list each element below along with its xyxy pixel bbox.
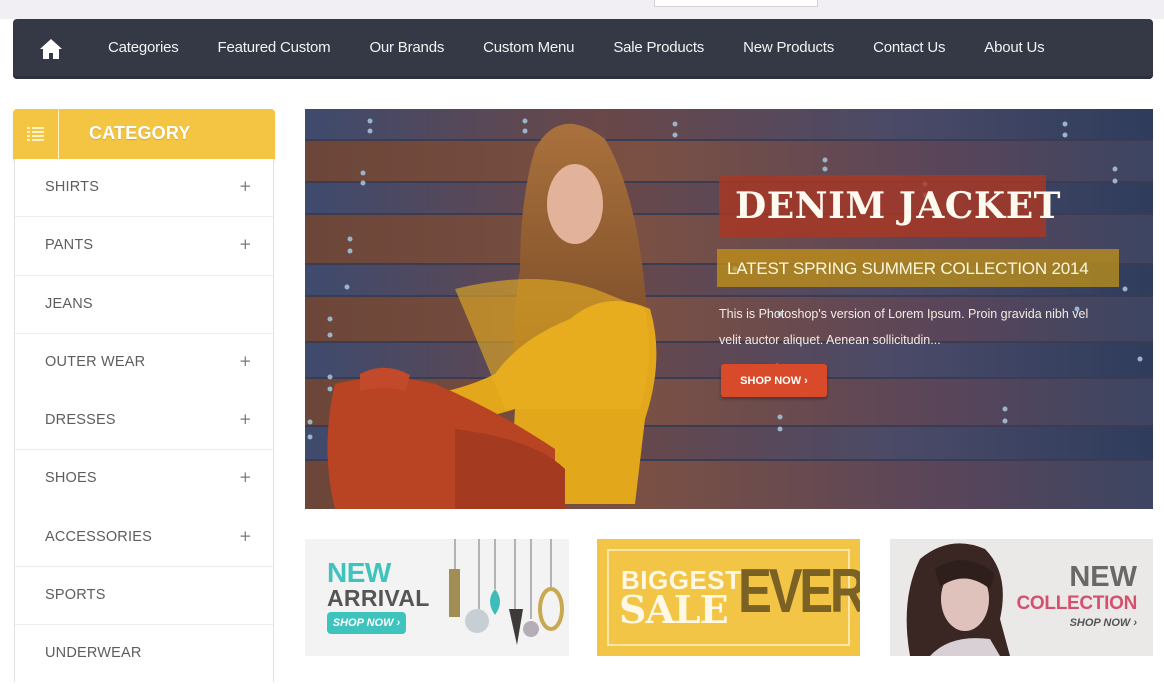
category-item-shoes[interactable]: SHOES +	[15, 450, 273, 508]
slide-subtitle: LATEST SPRING SUMMER COLLECTION 2014	[727, 259, 1089, 278]
nav-item-our-brands[interactable]: Our Brands	[369, 39, 444, 56]
category-item-dresses[interactable]: DRESSES +	[15, 392, 273, 451]
banner-shop-now-button[interactable]: SHOP NOW ›	[327, 612, 406, 634]
expand-plus-icon[interactable]: +	[239, 527, 252, 545]
nav-item-about-us[interactable]: About Us	[984, 39, 1044, 56]
main-navigation: Categories Featured Custom Our Brands Cu…	[13, 19, 1153, 79]
banner-shop-now-link[interactable]: SHOP NOW ›	[1070, 617, 1137, 629]
new-arrival-banner[interactable]: NEW ARRIVAL SHOP NOW ›	[305, 539, 569, 656]
category-item-underwear[interactable]: UNDERWEAR	[15, 625, 273, 683]
category-item-sports[interactable]: SPORTS	[15, 567, 273, 626]
expand-plus-icon[interactable]: +	[239, 177, 252, 195]
nav-item-categories[interactable]: Categories	[108, 39, 179, 56]
necklaces-image	[449, 539, 564, 645]
home-button[interactable]	[39, 37, 63, 61]
category-list: SHIRTS + PANTS + JEANS OUTER WEAR + DRES…	[14, 159, 274, 682]
shop-now-button[interactable]: SHOP NOW ›	[721, 364, 827, 397]
category-title: CATEGORY	[89, 123, 191, 143]
list-icon	[26, 127, 44, 141]
banner-sale-text: SALE	[619, 587, 729, 632]
category-label: SHOES	[45, 470, 97, 487]
new-collection-banner[interactable]: NEW COLLECTION SHOP NOW ›	[890, 539, 1153, 656]
category-label: DRESSES	[45, 412, 116, 429]
category-item-jeans[interactable]: JEANS	[15, 276, 273, 334]
category-label: OUTER WEAR	[45, 353, 146, 370]
search-box-edge[interactable]	[654, 0, 818, 7]
banner-arrival-text: ARRIVAL	[327, 585, 430, 611]
category-label: SPORTS	[45, 587, 106, 604]
category-item-accessories[interactable]: ACCESSORIES +	[15, 509, 273, 568]
banner-ever-text: EVER	[738, 557, 860, 626]
biggest-sale-banner[interactable]: BIGGEST SALE EVER	[597, 539, 860, 656]
model-portrait-image	[906, 543, 1010, 656]
nav-item-sale-products[interactable]: Sale Products	[613, 39, 704, 56]
banner-collection-text: COLLECTION	[1016, 593, 1138, 614]
category-label: PANTS	[45, 237, 94, 254]
category-item-shirts[interactable]: SHIRTS +	[15, 159, 273, 218]
slide-description: This is Photoshop's version of Lorem Ips…	[719, 307, 1089, 347]
expand-plus-icon[interactable]: +	[239, 468, 252, 486]
category-item-outer-wear[interactable]: OUTER WEAR +	[15, 334, 273, 392]
category-icon-box	[13, 109, 59, 159]
category-label: SHIRTS	[45, 179, 100, 195]
expand-plus-icon[interactable]: +	[239, 410, 252, 428]
expand-plus-icon[interactable]: +	[239, 235, 252, 253]
home-icon	[40, 39, 62, 59]
category-label: ACCESSORIES	[45, 528, 152, 545]
category-label: UNDERWEAR	[45, 645, 142, 662]
slide-title: DENIM JACKET	[735, 185, 1061, 227]
category-label: JEANS	[45, 295, 93, 312]
nav-menu: Categories Featured Custom Our Brands Cu…	[108, 19, 1083, 76]
nav-item-new-products[interactable]: New Products	[743, 39, 834, 56]
nav-item-custom-menu[interactable]: Custom Menu	[483, 39, 574, 56]
top-strip	[0, 0, 1164, 19]
banner-new-text: NEW	[1069, 561, 1137, 593]
nav-item-contact-us[interactable]: Contact Us	[873, 39, 945, 56]
hero-slider[interactable]: DENIM JACKET LATEST SPRING SUMMER COLLEC…	[305, 109, 1153, 509]
category-item-pants[interactable]: PANTS +	[15, 217, 273, 276]
category-header[interactable]: CATEGORY	[13, 109, 275, 159]
nav-item-featured-custom[interactable]: Featured Custom	[218, 39, 331, 56]
expand-plus-icon[interactable]: +	[239, 352, 252, 370]
